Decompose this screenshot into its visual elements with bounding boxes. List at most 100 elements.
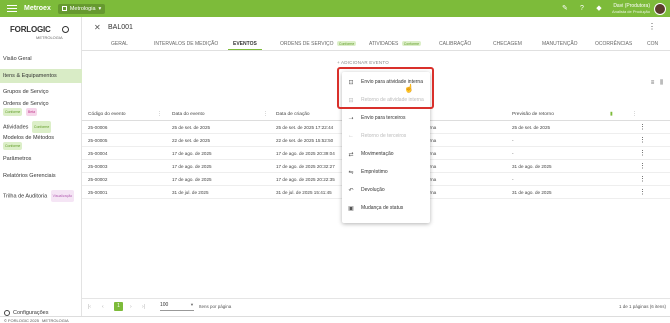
cell-return: 31 de ago. de 2025 — [512, 190, 552, 195]
top-bar: Metroex Metrologia ▾ ✎ ? ◆ Davi (Produto… — [0, 0, 670, 17]
module-selector[interactable]: Metrologia ▾ — [57, 3, 106, 14]
columns-icon[interactable]: ⫼ — [660, 80, 663, 87]
user-info[interactable]: Davi (Produtora) Analista de Produção — [612, 3, 650, 14]
per-page-select[interactable]: 100 ▼ — [160, 302, 194, 311]
status-badge: Visualização — [50, 190, 75, 202]
tab-ordens-servico[interactable]: ORDENS DE SERVIÇO Conforme — [280, 41, 357, 47]
row-menu-icon[interactable]: ⋮ — [639, 123, 646, 131]
menu-item-mudanca-status[interactable]: ▣ Mudança de status — [342, 200, 430, 216]
tab-checagem[interactable]: CHECAGEM — [493, 41, 522, 47]
row-menu-icon[interactable]: ⋮ — [639, 162, 646, 170]
bell-icon[interactable]: ◆ — [595, 5, 603, 13]
cell-code: 25-00002 — [88, 177, 108, 182]
sidebar-item-label: Itens & Equipamentos — [3, 73, 57, 79]
column-menu-icon[interactable]: ⋮ — [263, 111, 268, 117]
status-badge: Conforme — [336, 41, 357, 47]
menu-item-label: Mudança de status — [361, 205, 404, 211]
column-header-return[interactable]: Previsão de retorno — [512, 112, 554, 117]
sidebar-item-itens-equipamentos[interactable]: Itens & Equipamentos — [0, 69, 82, 83]
row-menu-icon[interactable]: ⋮ — [639, 188, 646, 196]
cell-code: 25-00006 — [88, 125, 108, 130]
sidebar-item-ordens-servico[interactable]: Ordens de Serviço Conforme Beta — [0, 101, 82, 118]
row-menu-icon[interactable]: ⋮ — [639, 175, 646, 183]
help-icon[interactable]: ? — [578, 5, 586, 13]
more-options-icon[interactable]: ⋮ — [648, 23, 656, 31]
arrow-right-icon: ➝ — [348, 115, 354, 122]
status-badge: Conforme — [3, 142, 23, 150]
sidebar-item-label: Modelos de Métodos — [3, 135, 55, 141]
menu-item-envio-terceiros[interactable]: ➝ Envio para terceiros — [342, 110, 430, 126]
beta-badge: Beta — [25, 108, 38, 116]
current-page[interactable]: 1 — [114, 302, 123, 311]
highlight-box — [337, 67, 434, 109]
cell-code: 25-00003 — [88, 164, 108, 169]
column-menu-icon[interactable]: ⋮ — [157, 111, 162, 117]
sidebar-item-label: Grupos de Serviço — [3, 89, 49, 95]
avatar[interactable] — [654, 2, 666, 15]
sidebar-item-grupos-servico[interactable]: Grupos de Serviço — [0, 87, 82, 98]
cell-code: 25-00001 — [88, 190, 108, 195]
tab-calibracao[interactable]: CALIBRAÇÃO — [439, 41, 471, 47]
column-header-event-date[interactable]: Data do evento — [172, 112, 205, 117]
menu-item-devolucao[interactable]: ↶ Devolução — [342, 182, 430, 198]
tab-eventos[interactable]: EVENTOS — [233, 41, 257, 47]
sidebar-item-relatorios[interactable]: Relatórios Gerenciais — [0, 171, 82, 182]
per-page-label: Itens por página — [199, 304, 232, 309]
copyright: © FORLOGIC 2025 — [4, 318, 39, 323]
cell-event-date: 17 de ago. de 2025 — [172, 164, 212, 169]
sidebar-item-atividades[interactable]: Atividades Conforme — [0, 121, 82, 133]
close-icon[interactable]: ✕ — [94, 24, 101, 32]
prev-page-icon[interactable]: ‹ — [102, 304, 104, 310]
tab-manutencao[interactable]: MANUTENÇÃO — [542, 41, 578, 47]
next-page-icon[interactable]: › — [130, 304, 132, 310]
column-menu-icon[interactable]: ⋮ — [632, 111, 637, 117]
cell-return: 25 de set. de 2025 — [512, 125, 551, 130]
menu-item-label: Movimentação — [361, 151, 394, 157]
tab-intervalos[interactable]: INTERVALOS DE MEDIÇÃO — [154, 41, 218, 47]
menu-item-movimentacao[interactable]: ⇄ Movimentação — [342, 146, 430, 162]
tab-more[interactable]: CON — [647, 41, 658, 47]
sidebar-item-label: Relatórios Gerenciais — [3, 173, 56, 179]
cell-code: 25-00005 — [88, 138, 108, 143]
sidebar-item-trilha-auditoria[interactable]: Trilha de Auditoria Visualização — [0, 190, 82, 202]
cell-event-date: 17 de ago. de 2025 — [172, 177, 212, 182]
tab-ocorrencias[interactable]: OCORRÊNCIAS — [595, 41, 632, 47]
chevron-down-icon: ▼ — [190, 302, 194, 307]
cell-created: 17 de ago. de 2025 20:39:04 — [276, 151, 335, 156]
cell-created: 17 de ago. de 2025 20:32:27 — [276, 164, 335, 169]
chat-icon[interactable]: ✎ — [561, 5, 569, 13]
column-header-code[interactable]: Código do evento — [88, 112, 126, 117]
active-tab-indicator — [228, 49, 262, 50]
cell-event-date: 31 de jul. de 2025 — [172, 190, 209, 195]
cell-created: 17 de ago. de 2025 20:22:35 — [276, 177, 335, 182]
sidebar-item-modelos-metodos[interactable]: Modelos de Métodos Conforme — [0, 135, 82, 152]
menu-item-emprestimo[interactable]: ⇋ Empréstimo — [342, 164, 430, 180]
menu-item-label: Retorno de terceiros — [361, 133, 407, 139]
column-header-created[interactable]: Data de criação — [276, 112, 310, 117]
app-brand: Metroex — [24, 5, 51, 12]
row-menu-icon[interactable]: ⋮ — [639, 149, 646, 157]
last-page-icon[interactable]: ›| — [142, 304, 145, 310]
tab-geral[interactable]: GERAL — [111, 41, 128, 47]
filter-icon[interactable]: ▮ — [610, 111, 613, 117]
chevron-down-icon: ▾ — [98, 5, 102, 12]
list-view-icon[interactable]: ≡ — [651, 80, 655, 87]
row-menu-icon[interactable]: ⋮ — [639, 136, 646, 144]
sidebar-item-visao-geral[interactable]: Visão Geral — [0, 54, 82, 65]
footer: © FORLOGIC 2025 METROLOGIA — [0, 316, 670, 323]
cell-return: - — [512, 151, 514, 156]
cell-event-date: 22 de set. de 2025 — [172, 138, 211, 143]
module-label: Metrologia — [69, 5, 96, 12]
sidebar-item-label: Atividades — [3, 124, 29, 131]
menu-item-retorno-terceiros: ← Retorno de terceiros — [342, 128, 430, 144]
sidebar-item-label: Visão Geral — [3, 56, 32, 62]
logo: FORLOGIC METROLOGIA — [10, 25, 74, 41]
mouse-cursor-icon: ☝ — [404, 84, 414, 93]
per-page-value: 100 — [160, 302, 169, 308]
record-header: ✕ BAL001 ⋮ — [82, 17, 670, 38]
tab-atividades[interactable]: ATIVIDADES Conforme — [369, 41, 422, 47]
menu-icon[interactable] — [7, 4, 17, 13]
first-page-icon[interactable]: |‹ — [88, 304, 91, 310]
sidebar-item-parametros[interactable]: Parâmetros — [0, 154, 82, 165]
add-event-button[interactable]: + ADICIONAR EVENTO — [337, 60, 389, 65]
